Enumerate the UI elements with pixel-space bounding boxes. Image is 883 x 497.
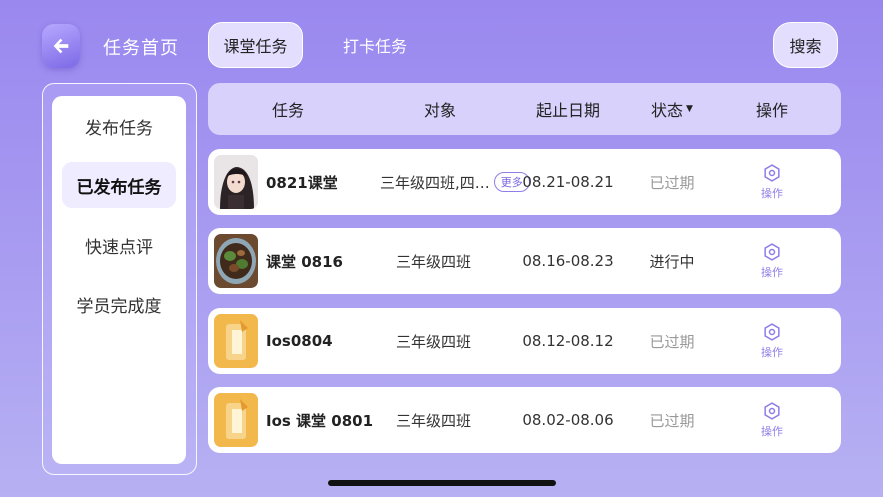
action-label: 操作 (761, 187, 783, 200)
task-name: 课堂 0816 (266, 252, 343, 271)
task-name: 0821课堂 (266, 173, 338, 192)
table-row[interactable]: 课堂 0816 三年级四班 08.16-08.23 进行中 操作 (208, 228, 841, 294)
column-task: 任务 (271, 101, 304, 120)
column-status-label: 状态 (651, 101, 684, 120)
status-badge: 已过期 (649, 173, 695, 192)
hexagon-settings-icon (764, 164, 780, 182)
column-target: 对象 (423, 101, 456, 120)
status-badge: 已过期 (649, 411, 695, 430)
task-thumbnail (214, 155, 258, 209)
action-label: 操作 (761, 346, 783, 359)
task-thumbnail (214, 393, 258, 447)
tab-classroom-tasks[interactable]: 课堂任务 (208, 22, 303, 68)
sidebar: 发布任务 已发布任务 快速点评 学员完成度 (52, 96, 186, 464)
table-row[interactable]: Ios0804 三年级四班 08.12-08.12 已过期 操作 (208, 308, 841, 374)
status-badge: 进行中 (649, 252, 695, 271)
sidebar-item-publish[interactable]: 发布任务 (62, 103, 176, 149)
task-target: 三年级四班 (396, 411, 472, 430)
table-row[interactable]: 0821课堂 三年级四班,四… 更多 08.21-08.21 已过期 操作 (208, 149, 841, 215)
task-target: 三年级四班 (396, 332, 472, 351)
arrow-left-icon (53, 38, 69, 54)
task-name: Ios 课堂 0801 (266, 411, 374, 430)
sidebar-item-published[interactable]: 已发布任务 (62, 162, 176, 208)
hexagon-settings-icon (764, 323, 780, 341)
task-date: 08.16-08.23 (522, 252, 614, 270)
status-badge: 已过期 (649, 332, 695, 351)
action-label: 操作 (761, 425, 783, 438)
caret-down-icon: ▼ (686, 104, 693, 114)
sidebar-item-quick-review[interactable]: 快速点评 (62, 222, 176, 268)
task-thumbnail (214, 234, 258, 288)
column-status-sort[interactable]: 状态 ▼ (632, 83, 712, 135)
action-button[interactable]: 操作 (752, 397, 792, 443)
hexagon-settings-icon (764, 243, 780, 261)
column-action: 操作 (755, 101, 788, 120)
task-target: 三年级四班 (396, 252, 472, 271)
task-thumbnail (214, 314, 258, 368)
column-date: 起止日期 (535, 101, 600, 120)
action-button[interactable]: 操作 (752, 318, 792, 364)
task-date: 08.12-08.12 (522, 332, 614, 350)
task-date: 08.02-08.06 (522, 411, 614, 429)
table-header: 任务 对象 起止日期 状态 ▼ 操作 (208, 83, 841, 135)
task-name: Ios0804 (266, 332, 333, 350)
task-date: 08.21-08.21 (522, 173, 614, 191)
sidebar-item-completion[interactable]: 学员完成度 (62, 281, 176, 327)
action-label: 操作 (761, 266, 783, 279)
page-title: 任务首页 (103, 38, 179, 59)
task-target-text: 三年级四班,四… (380, 173, 490, 192)
home-indicator[interactable] (328, 480, 556, 486)
action-button[interactable]: 操作 (752, 238, 792, 284)
back-button[interactable] (42, 24, 80, 68)
action-button[interactable]: 操作 (752, 159, 792, 205)
tab-checkin-tasks[interactable]: 打卡任务 (330, 22, 420, 68)
table-row[interactable]: Ios 课堂 0801 三年级四班 08.02-08.06 已过期 操作 (208, 387, 841, 453)
search-button[interactable]: 搜索 (773, 22, 838, 68)
hexagon-settings-icon (764, 402, 780, 420)
